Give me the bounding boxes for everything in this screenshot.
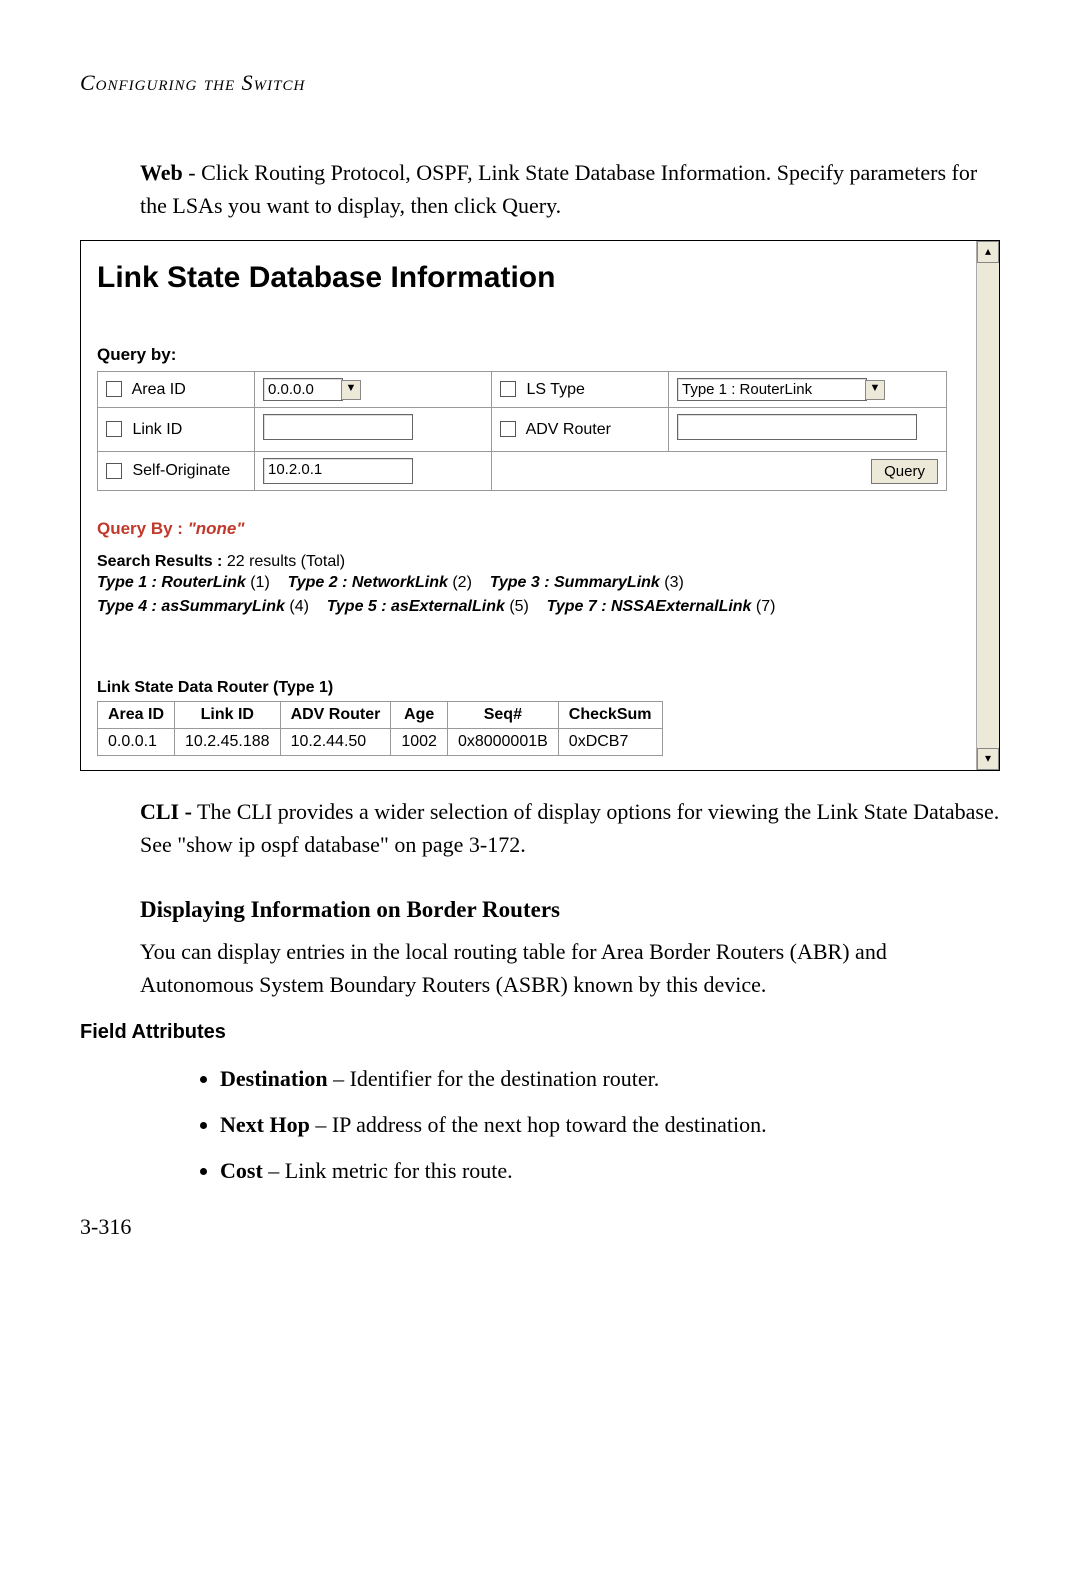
self-originate-label: Self-Originate <box>132 462 230 479</box>
list-item: Next Hop – IP address of the next hop to… <box>220 1112 1000 1138</box>
intro-bold: Web <box>140 160 183 185</box>
search-results: Search Results : 22 results (Total) <box>97 553 947 571</box>
link-id-label: Link ID <box>132 421 182 438</box>
cli-paragraph: CLI - The CLI provides a wider selection… <box>140 795 1000 861</box>
ls-type-checkbox[interactable] <box>500 381 516 397</box>
type-legend-line1: Type 1 : RouterLink (1) Type 2 : Network… <box>97 571 947 595</box>
adv-router-label: ADV Router <box>526 421 611 438</box>
section-heading: Configuring the Switch <box>80 70 1000 96</box>
area-id-dropdown[interactable]: 0.0.0.0 <box>263 378 343 401</box>
dropdown-arrow-icon[interactable]: ▼ <box>341 380 361 400</box>
data-table-title: Link State Data Router (Type 1) <box>97 679 947 697</box>
cli-rest: The CLI provides a wider selection of di… <box>140 799 999 857</box>
self-originate-checkbox[interactable] <box>106 463 122 479</box>
area-id-checkbox[interactable] <box>106 381 122 397</box>
scrollbar[interactable]: ▴ ▾ <box>976 241 999 770</box>
page-number: 3-316 <box>80 1214 1000 1240</box>
link-state-data-table: Area ID Link ID ADV Router Age Seq# Chec… <box>97 701 663 756</box>
link-id-checkbox[interactable] <box>106 421 122 437</box>
list-item: Cost – Link metric for this route. <box>220 1158 1000 1184</box>
area-id-label: Area ID <box>132 381 186 398</box>
ls-type-label: LS Type <box>526 381 584 398</box>
ls-type-dropdown[interactable]: Type 1 : RouterLink <box>677 378 867 401</box>
attribute-list: Destination – Identifier for the destina… <box>180 1066 1000 1184</box>
dropdown-arrow-icon[interactable]: ▼ <box>865 380 885 400</box>
adv-router-checkbox[interactable] <box>500 421 516 437</box>
intro-rest: - Click Routing Protocol, OSPF, Link Sta… <box>140 160 977 218</box>
cli-bold: CLI - <box>140 799 192 824</box>
web-screenshot: ▴ ▾ Link State Database Information Quer… <box>80 240 1000 771</box>
query-button[interactable]: Query <box>871 459 938 484</box>
table-header-row: Area ID Link ID ADV Router Age Seq# Chec… <box>98 702 663 729</box>
table-row: 0.0.0.1 10.2.45.188 10.2.44.50 1002 0x80… <box>98 729 663 756</box>
scroll-down-icon[interactable]: ▾ <box>977 748 999 770</box>
link-id-input[interactable] <box>263 414 413 440</box>
adv-router-input[interactable] <box>677 414 917 440</box>
field-attributes-heading: Field Attributes <box>80 1021 1000 1044</box>
query-by-result: Query By : "none" <box>97 519 947 539</box>
query-form-table: Area ID 0.0.0.0▼ LS Type Type 1 : Router… <box>97 371 947 491</box>
query-by-label: Query by: <box>97 345 947 365</box>
list-item: Destination – Identifier for the destina… <box>220 1066 1000 1092</box>
scroll-up-icon[interactable]: ▴ <box>977 241 999 263</box>
self-originate-input[interactable]: 10.2.0.1 <box>263 458 413 484</box>
panel-title: Link State Database Information <box>97 261 947 295</box>
subsection-heading: Displaying Information on Border Routers <box>140 897 1000 923</box>
intro-paragraph: Web - Click Routing Protocol, OSPF, Link… <box>140 156 1000 222</box>
subsection-body: You can display entries in the local rou… <box>140 935 1000 1001</box>
type-legend-line2: Type 4 : asSummaryLink (4) Type 5 : asEx… <box>97 595 947 619</box>
